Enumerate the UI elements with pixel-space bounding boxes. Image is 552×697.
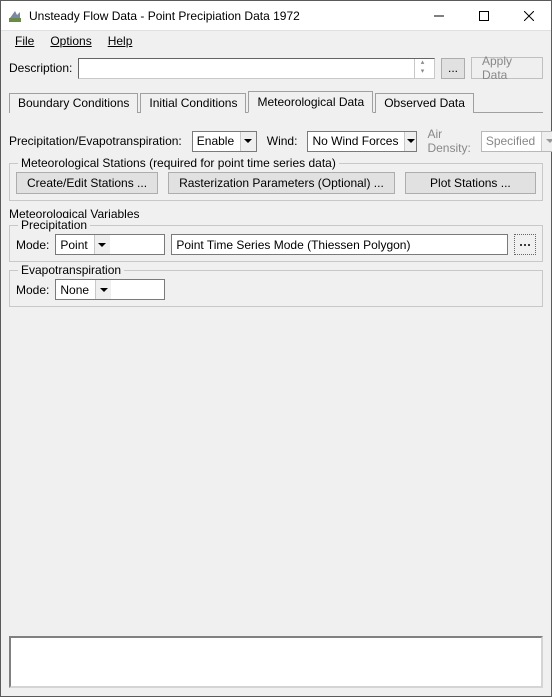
chevron-down-icon [404, 132, 416, 151]
maximize-button[interactable] [461, 1, 506, 30]
app-icon [7, 8, 23, 24]
apply-data-button[interactable]: Apply Data [471, 57, 543, 79]
tab-meteorological-data[interactable]: Meteorological Data [248, 91, 373, 113]
tab-body: Precipitation/Evapotranspiration: Enable… [9, 117, 543, 307]
menubar: File Options Help [1, 31, 551, 51]
wind-select[interactable]: No Wind Forces [307, 131, 417, 152]
menu-help[interactable]: Help [100, 32, 141, 50]
chevron-down-icon [240, 132, 256, 151]
menu-file[interactable]: File [7, 32, 42, 50]
tab-initial-conditions[interactable]: Initial Conditions [140, 93, 246, 113]
spinner-down-icon: ▾ [415, 68, 430, 78]
empty-space [9, 311, 543, 628]
precipitation-groupbox: Precipitation Mode: Point Point Time Ser… [9, 225, 543, 262]
rasterization-parameters-button[interactable]: Rasterization Parameters (Optional) ... [168, 172, 395, 194]
tabstrip: Boundary Conditions Initial Conditions M… [9, 91, 543, 113]
minimize-button[interactable] [416, 1, 461, 30]
wind-label: Wind: [267, 134, 298, 148]
stations-groupbox: Meteorological Stations (required for po… [9, 163, 543, 201]
titlebar: Unsteady Flow Data - Point Precipiation … [1, 1, 551, 31]
client-area: Description: ▴ ▾ ... Apply Data Boundary… [1, 51, 551, 636]
description-label: Description: [9, 61, 72, 75]
app-window: Unsteady Flow Data - Point Precipiation … [0, 0, 552, 697]
tab-observed-data[interactable]: Observed Data [375, 93, 474, 113]
evapotranspiration-groupbox: Evapotranspiration Mode: None [9, 270, 543, 307]
evap-mode-label: Mode: [16, 283, 49, 297]
plot-stations-button[interactable]: Plot Stations ... [405, 172, 536, 194]
create-edit-stations-button[interactable]: Create/Edit Stations ... [16, 172, 158, 194]
description-input[interactable]: ▴ ▾ [78, 58, 435, 79]
precip-evap-label: Precipitation/Evapotranspiration: [9, 134, 182, 148]
precipitation-groupbox-title: Precipitation [18, 218, 90, 232]
menu-options[interactable]: Options [42, 32, 99, 50]
description-browse-button[interactable]: ... [441, 58, 465, 79]
description-row: Description: ▴ ▾ ... Apply Data [9, 57, 543, 79]
spinner-up-icon: ▴ [415, 59, 430, 69]
air-density-label: Air Density: [427, 127, 470, 155]
precip-evap-select[interactable]: Enable [192, 131, 257, 152]
evap-mode-select[interactable]: None [55, 279, 165, 300]
window-title: Unsteady Flow Data - Point Precipiation … [29, 9, 416, 23]
evapotranspiration-groupbox-title: Evapotranspiration [18, 263, 124, 277]
close-button[interactable] [506, 1, 551, 30]
met-controls-row: Precipitation/Evapotranspiration: Enable… [9, 127, 543, 155]
precip-details-button[interactable] [514, 234, 536, 255]
precip-mode-description: Point Time Series Mode (Thiessen Polygon… [171, 234, 508, 255]
air-density-select: Specified [481, 131, 552, 152]
precip-mode-select[interactable]: Point [55, 234, 165, 255]
precip-mode-label: Mode: [16, 238, 49, 252]
chevron-down-icon [94, 235, 110, 254]
description-spinner[interactable]: ▴ ▾ [414, 59, 430, 78]
tab-boundary-conditions[interactable]: Boundary Conditions [9, 93, 138, 113]
chevron-down-icon [541, 132, 552, 151]
stations-groupbox-title: Meteorological Stations (required for po… [18, 156, 339, 170]
chevron-down-icon [95, 280, 111, 299]
status-output [9, 636, 543, 688]
